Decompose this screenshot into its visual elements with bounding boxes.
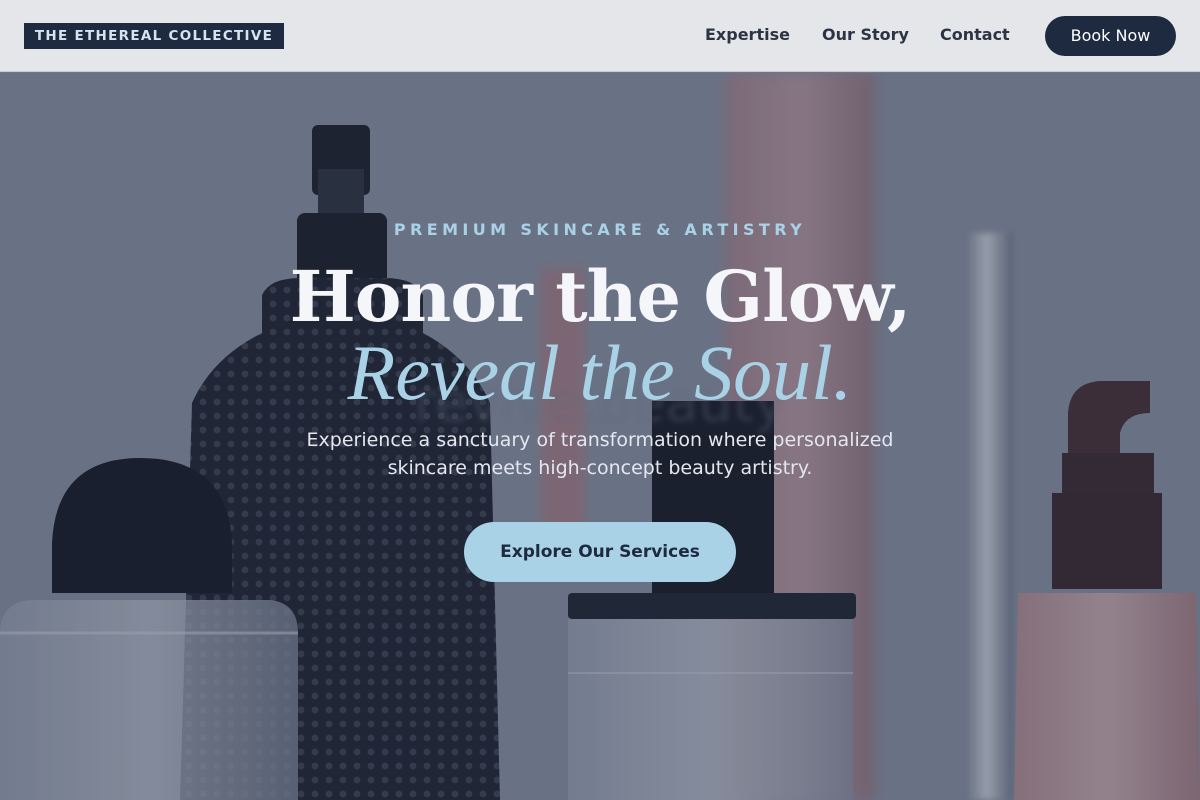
hero-content: PREMIUM SKINCARE & ARTISTRY Honor the Gl…: [0, 73, 1200, 800]
hero-description: Experience a sanctuary of transformation…: [306, 429, 894, 479]
hero-headline-line-2: Reveal the Soul.: [347, 329, 853, 416]
nav-link-contact[interactable]: Contact: [940, 25, 1010, 44]
hero-eyebrow: PREMIUM SKINCARE & ARTISTRY: [393, 220, 807, 239]
site-header: THE ETHEREAL COLLECTIVE Expertise Our St…: [0, 0, 1200, 72]
nav-link-our-story[interactable]: Our Story: [822, 25, 909, 44]
book-now-button[interactable]: Book Now: [1045, 16, 1176, 56]
nav-link-expertise[interactable]: Expertise: [705, 25, 790, 44]
hero-section: revive.beauty PREMIUM SKINCARE & ARTISTR…: [0, 73, 1200, 800]
hero-headline-line-1: Honor the Glow,: [289, 255, 912, 338]
brand-logo[interactable]: THE ETHEREAL COLLECTIVE: [24, 23, 284, 49]
explore-services-button[interactable]: Explore Our Services: [464, 522, 736, 582]
